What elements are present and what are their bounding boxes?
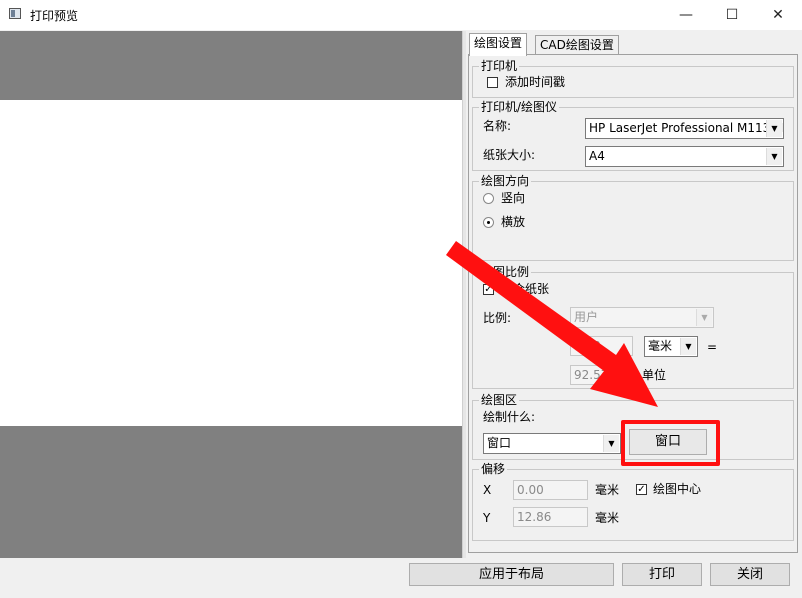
maximize-button[interactable]: ☐ [709,0,755,30]
annotation-arrow [446,241,658,407]
chevron-down-icon: ▼ [696,309,712,326]
tab-plot-settings[interactable]: 绘图设置 [469,33,528,56]
timestamp-label: 添加时间戳 [505,75,566,89]
equals-sign: = [707,340,718,354]
what-to-plot-select[interactable]: 窗口 ▼ [483,433,621,454]
app-icon [9,8,21,19]
orientation-group-title: 绘图方向 [479,174,532,188]
offset-group-title: 偏移 [479,462,508,476]
chevron-down-icon: ▼ [603,435,619,452]
offset-y-unit: 毫米 [595,511,620,525]
window-title: 打印预览 [30,9,79,23]
printer-name-select[interactable]: HP LaserJet Professional M1136 M ▼ [585,118,784,139]
print-button[interactable]: 打印 [622,563,702,586]
preview-paper [0,100,462,426]
portrait-radio[interactable] [483,193,494,204]
printer-group-title: 打印机 [479,59,520,73]
printer-name-label: 名称: [483,119,512,133]
arrow-shape [446,241,658,407]
offset-x-label: X [483,483,492,497]
plot-center-checkbox[interactable]: ✓ [636,484,647,495]
offset-y-label: Y [483,511,491,525]
offset-x-input[interactable]: 0.00 [513,480,588,500]
paper-size-value: A4 [589,149,605,163]
highlight-box [621,420,720,466]
portrait-label: 竖向 [501,191,526,205]
close-window-button[interactable]: ✕ [755,0,801,30]
plot-center-label: 绘图中心 [653,482,702,496]
offset-x-unit: 毫米 [595,483,620,497]
apply-to-layout-button[interactable]: 应用于布局 [409,563,614,586]
chevron-down-icon: ▼ [766,148,782,165]
what-to-plot-value: 窗口 [487,436,512,450]
close-button[interactable]: 关闭 [710,563,790,586]
chevron-down-icon: ▼ [680,338,696,355]
offset-y-input[interactable]: 12.86 [513,507,588,527]
paper-size-select[interactable]: A4 ▼ [585,146,784,167]
paper-size-label: 纸张大小: [483,148,536,162]
plotter-group-title: 打印机/绘图仪 [479,100,560,114]
timestamp-checkbox[interactable] [487,77,498,88]
chevron-down-icon: ▼ [766,120,782,137]
tab-cad-plot-settings[interactable]: CAD绘图设置 [535,35,619,56]
printer-name-value: HP LaserJet Professional M1136 M [589,121,784,135]
minimize-button[interactable]: — [663,0,709,30]
